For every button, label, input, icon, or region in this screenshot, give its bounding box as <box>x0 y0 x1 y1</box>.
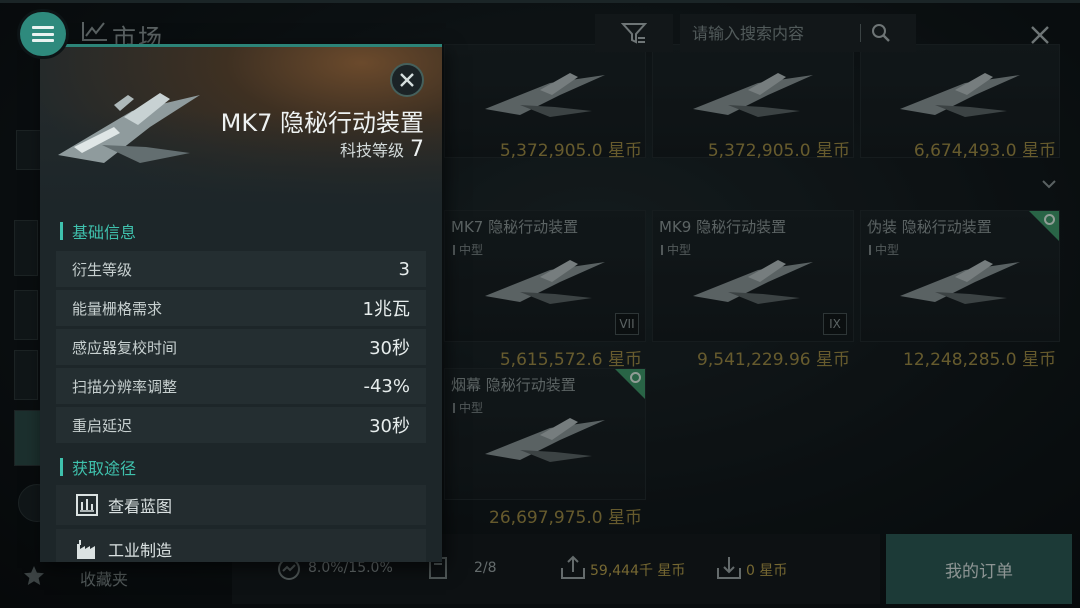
attribute-row: 感应器复校时间 30秒 <box>56 329 426 365</box>
item-price: 5,372,905.0 星币 <box>707 141 850 161</box>
tier-badge: VII <box>615 313 639 335</box>
market-chart-icon <box>82 22 107 41</box>
buy-orders-icon <box>717 557 741 579</box>
view-blueprint-button[interactable]: 查看蓝图 <box>56 485 426 525</box>
market-card[interactable]: 烟幕 隐秘行动装置 中型 <box>444 368 646 500</box>
sidebar-category-tile[interactable] <box>14 220 38 276</box>
item-image <box>900 260 1020 304</box>
item-name: MK9 隐秘行动装置 <box>659 218 787 236</box>
star-icon[interactable] <box>22 564 46 588</box>
hamburger-icon <box>32 26 54 42</box>
search-box <box>680 14 916 52</box>
attribute-value: 1兆瓦 <box>362 299 410 320</box>
tax-rate-text: 8.0%/15.0% <box>308 560 393 576</box>
sell-orders-total: 59,444千 星币 <box>590 563 686 579</box>
close-market-button[interactable] <box>1022 18 1058 52</box>
attribute-row: 重启延迟 30秒 <box>56 407 426 443</box>
order-slots-text: 2/8 <box>474 560 497 576</box>
blueprint-icon <box>76 494 98 516</box>
item-image <box>693 73 813 117</box>
attribute-row: 扫描分辨率调整 -43% <box>56 368 426 404</box>
attribute-value: 30秒 <box>369 416 410 437</box>
item-image <box>485 418 605 462</box>
attribute-row: 衍生等级 3 <box>56 251 426 287</box>
search-separator <box>860 24 861 42</box>
item-image <box>58 93 200 163</box>
item-image <box>485 73 605 117</box>
basic-info-title: 基础信息 <box>60 219 136 243</box>
menu-button[interactable] <box>20 12 66 56</box>
close-icon <box>1031 26 1049 44</box>
search-icon[interactable] <box>871 23 891 43</box>
market-screen: 市场 收藏夹 5,372,905.0 星币 5,372,905.0 星币 6,6… <box>0 0 1080 608</box>
item-detail-panel: MK7 隐秘行动装置 科技等级 7 基础信息 衍生等级 3 能量栅格需求 1兆瓦… <box>40 44 442 562</box>
factory-icon <box>76 538 98 560</box>
item-size: 中型 <box>661 241 691 258</box>
sell-orders-icon <box>561 555 585 579</box>
item-detail-header: MK7 隐秘行动装置 科技等级 7 <box>40 47 442 207</box>
item-price: 5,615,572.6 星币 <box>499 350 642 370</box>
attribute-value: 3 <box>398 258 410 280</box>
owned-icon <box>1044 214 1055 225</box>
item-price: 12,248,285.0 星币 <box>903 350 1056 370</box>
search-input[interactable] <box>680 23 860 43</box>
item-price: 9,541,229.96 星币 <box>697 350 850 370</box>
attribute-value: -43% <box>363 375 410 397</box>
tech-level-label: 科技等级 <box>339 141 404 160</box>
item-size: 中型 <box>453 241 483 258</box>
attribute-key: 衍生等级 <box>72 260 133 279</box>
attribute-row: 能量栅格需求 1兆瓦 <box>56 290 426 326</box>
market-card[interactable]: 伪装 隐秘行动装置 中型 <box>860 210 1060 342</box>
item-image <box>900 73 1020 117</box>
item-name: MK7 隐秘行动装置 <box>451 218 579 236</box>
top-border <box>0 0 1080 3</box>
item-detail-name: MK7 隐秘行动装置 <box>220 109 424 137</box>
item-image <box>485 260 605 304</box>
close-detail-button[interactable] <box>390 63 424 97</box>
item-size: 中型 <box>453 399 483 416</box>
tier-badge: IX <box>823 313 847 335</box>
filter-icon <box>621 23 647 44</box>
attribute-key: 重启延迟 <box>72 416 133 435</box>
buy-orders-total: 0 星币 <box>746 563 788 579</box>
view-blueprint-label: 查看蓝图 <box>108 497 173 516</box>
item-name: 伪装 隐秘行动装置 <box>867 218 992 236</box>
attribute-value: 30秒 <box>369 338 410 359</box>
item-image <box>693 260 813 304</box>
item-name: 烟幕 隐秘行动装置 <box>451 376 576 394</box>
market-card[interactable]: MK9 隐秘行动装置 中型 IX <box>652 210 854 342</box>
item-price: 26,697,975.0 星币 <box>489 508 642 528</box>
chevron-down-icon[interactable] <box>1040 178 1058 190</box>
industry-manufacture-label: 工业制造 <box>108 541 173 560</box>
close-icon <box>400 73 414 87</box>
favorites-label[interactable]: 收藏夹 <box>80 566 128 590</box>
owned-icon <box>630 372 641 383</box>
acquire-title: 获取途径 <box>60 455 136 479</box>
attribute-key: 扫描分辨率调整 <box>72 377 178 396</box>
my-orders-button[interactable]: 我的订单 <box>886 534 1072 604</box>
item-price: 5,372,905.0 星币 <box>499 141 642 161</box>
tech-level: 科技等级 7 <box>340 137 424 162</box>
sidebar-category-tile[interactable] <box>14 350 38 400</box>
attribute-key: 感应器复校时间 <box>72 338 178 357</box>
tech-level-value: 7 <box>410 137 424 162</box>
attribute-key: 能量栅格需求 <box>72 299 163 318</box>
sidebar-category-tile[interactable] <box>14 290 38 340</box>
item-price: 6,674,493.0 星币 <box>913 141 1056 161</box>
market-card[interactable]: MK7 隐秘行动装置 中型 VII <box>444 210 646 342</box>
industry-manufacture-button[interactable]: 工业制造 <box>56 529 426 562</box>
filter-button[interactable] <box>595 14 673 52</box>
